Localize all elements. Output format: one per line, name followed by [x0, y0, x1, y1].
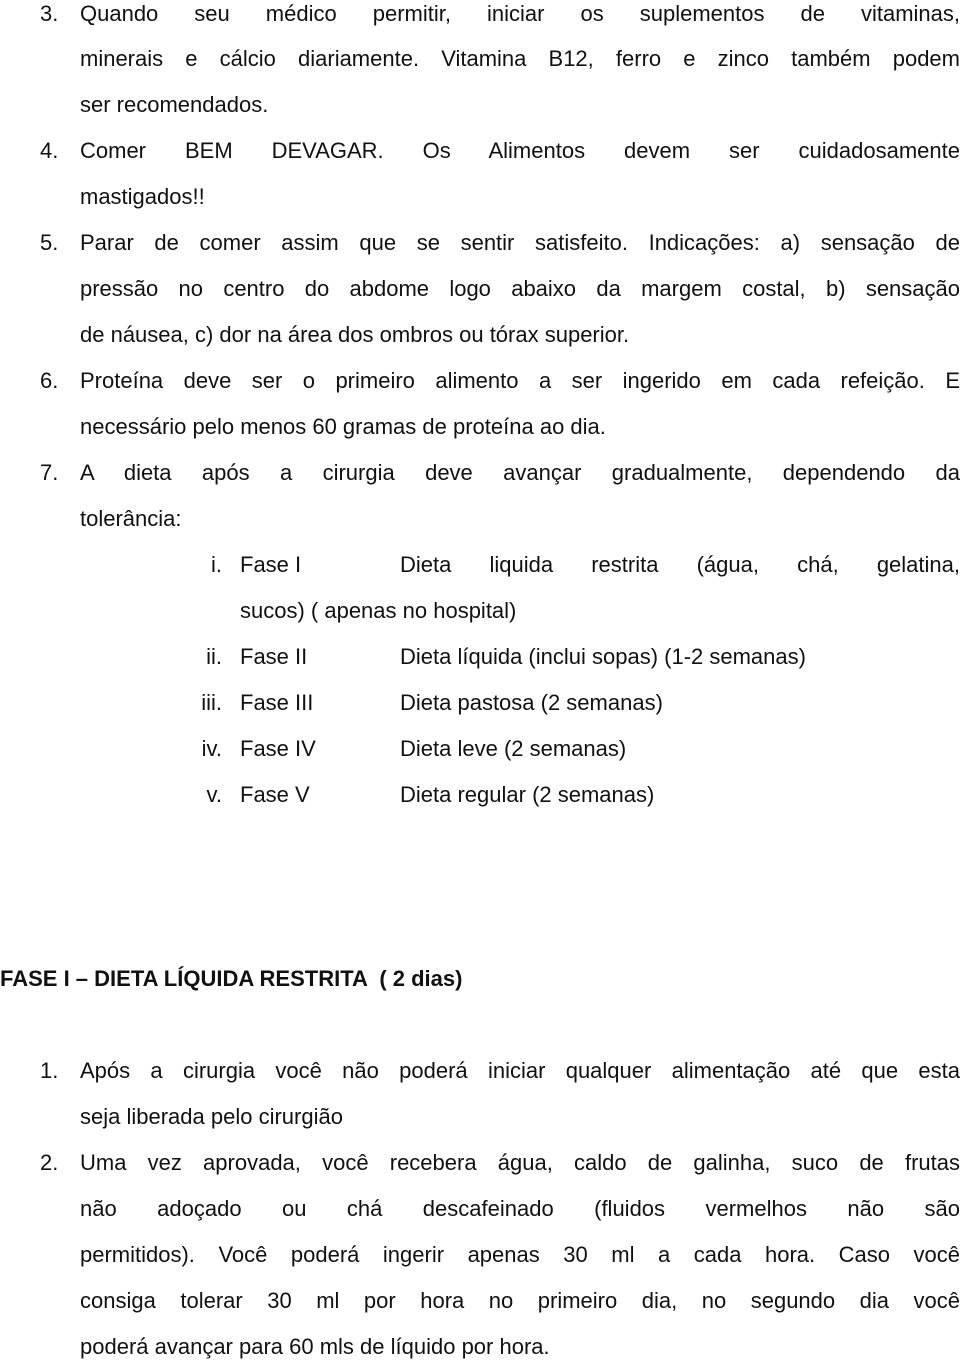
list-text-line: Proteína deve ser o primeiro alimento a … [80, 368, 960, 393]
phase-description: Dieta líquida (inclui sopas) (1-2 semana… [400, 644, 806, 669]
phase-description: Dieta leve (2 semanas) [400, 736, 627, 761]
phase-description: Dieta pastosa (2 semanas) [400, 690, 663, 715]
list-text-line: tolerância: [80, 506, 182, 531]
phase-roman-numeral: iv. [201, 736, 222, 761]
phase-name: Fase II [240, 644, 308, 669]
phase-roman-numeral: ii. [206, 644, 222, 669]
list-text-line: Comer BEM DEVAGAR. Os Alimentos devem se… [80, 138, 960, 163]
list-number: 7. [40, 460, 59, 485]
list-number: 5. [40, 230, 59, 255]
phase-roman-numeral: v. [206, 782, 222, 807]
list-text-line: mastigados!! [80, 184, 205, 209]
phase-name: Fase I [240, 552, 302, 577]
list-text-line: seja liberada pelo cirurgião [80, 1104, 343, 1129]
list-number: 2. [40, 1150, 59, 1175]
phase-description-continuation: sucos) ( apenas no hospital) [240, 598, 517, 623]
list-number: 4. [40, 138, 59, 163]
list-number: 6. [40, 368, 59, 393]
phase-name: Fase V [240, 782, 310, 807]
list-text-line: Quando seu médico permitir, iniciar os s… [80, 1, 960, 26]
list-text-line: Parar de comer assim que se sentir satis… [80, 230, 960, 255]
phase-description: Dieta regular (2 semanas) [400, 782, 655, 807]
list-text-line: minerais e cálcio diariamente. Vitamina … [80, 46, 960, 71]
list-text-line: Após a cirurgia você não poderá iniciar … [80, 1058, 960, 1083]
phase-name: Fase IV [240, 736, 316, 761]
list-text-line: A dieta após a cirurgia deve avançar gra… [80, 460, 960, 485]
list-text-line: Uma vez aprovada, você recebera água, ca… [80, 1150, 960, 1175]
list-text-line: poderá avançar para 60 mls de líquido po… [80, 1334, 550, 1359]
list-text-line: consiga tolerar 30 ml por hora no primei… [80, 1288, 960, 1313]
list-text-line: pressão no centro do abdome logo abaixo … [80, 276, 960, 301]
list-number: 1. [40, 1058, 59, 1083]
list-text-line: não adoçado ou chá descafeinado (fluidos… [80, 1196, 960, 1221]
list-text-line: ser recomendados. [80, 92, 269, 117]
phase-roman-numeral: iii. [201, 690, 222, 715]
list-number: 3. [40, 1, 59, 26]
list-text-line: de náusea, c) dor na área dos ombros ou … [80, 322, 630, 347]
phase-name: Fase III [240, 690, 314, 715]
list-text-line: permitidos). Você poderá ingerir apenas … [80, 1242, 960, 1267]
phase-description: Dieta liquida restrita (água, chá, gelat… [400, 552, 960, 577]
phase-roman-numeral: i. [211, 552, 222, 577]
list-text-line: necessário pelo menos 60 gramas de prote… [80, 414, 606, 439]
section-heading: FASE I – DIETA LÍQUIDA RESTRITA ( 2 dias… [0, 966, 463, 991]
